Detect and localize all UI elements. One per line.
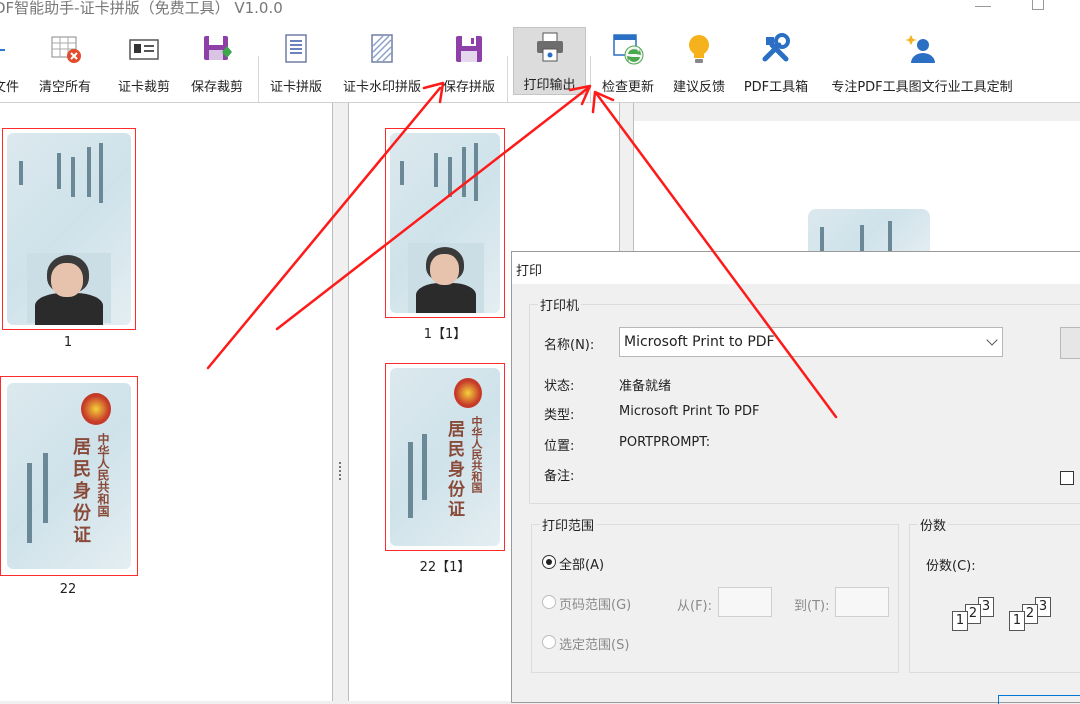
layout-card-back-thumbnail[interactable]: 中华人民共和国 居民身份证 [385, 363, 505, 551]
copies-group-title: 份数 [918, 515, 949, 534]
range-pages-label: 页码范围(G) [559, 598, 632, 613]
layout-document-icon [279, 32, 313, 66]
national-emblem-icon [81, 393, 111, 425]
toolbar-layout-card-button[interactable]: 证卡拼版 [266, 30, 326, 96]
print-dialog-titlebar[interactable]: 打印 [512, 252, 1080, 284]
print-ok-button[interactable] [998, 695, 1080, 704]
id-card-front-image [7, 133, 131, 325]
watermark-document-icon [365, 32, 399, 66]
preview-top-margin [634, 103, 1080, 121]
id-card-back-image: 中华人民共和国 居民身份证 [7, 383, 131, 569]
lightbulb-icon [682, 32, 716, 66]
printer-status-label: 状态: [544, 379, 575, 394]
toolbar-check-update-button[interactable]: 检查更新 [598, 30, 658, 96]
printer-name-label: 名称(N): [544, 338, 595, 353]
add-file-icon [0, 32, 23, 66]
range-all-radio[interactable] [542, 555, 556, 569]
source-item-label: 22 [59, 582, 77, 597]
maximize-button[interactable] [1032, 0, 1044, 10]
panel-splitter[interactable] [339, 462, 343, 480]
range-to-label: 到(T): [794, 599, 830, 614]
source-image-panel[interactable]: 1 中华人民共和国 居民身份证 22 [0, 103, 333, 701]
layout-item-label: 22【1】 [419, 560, 471, 575]
print-to-file-checkbox[interactable] [1060, 471, 1074, 485]
range-pages-radio[interactable] [542, 595, 556, 609]
update-check-icon [611, 32, 645, 66]
save-export-icon [200, 32, 234, 66]
toolbar-print-output-button[interactable]: 打印输出 [513, 27, 586, 95]
range-selection-label: 选定范围(S) [559, 638, 630, 653]
range-selection-radio[interactable] [542, 635, 556, 649]
layout-item-label: 1【1】 [423, 327, 467, 342]
national-emblem-icon [454, 378, 482, 408]
chevron-down-icon [986, 334, 998, 346]
toolbar-add-file-button[interactable]: 文件 [0, 30, 26, 96]
range-to-input[interactable] [835, 587, 889, 617]
printer-icon [533, 30, 567, 64]
collate-icon: 3 2 1 [952, 597, 1012, 642]
tools-icon [759, 32, 793, 66]
range-all-label: 全部(A) [559, 558, 605, 573]
printer-name-select[interactable]: Microsoft Print to PDF [619, 327, 1003, 357]
printer-type-label: 类型: [544, 408, 575, 423]
printer-properties-button[interactable] [1060, 327, 1080, 359]
id-card-icon [127, 32, 161, 66]
printer-group-title: 打印机 [538, 295, 582, 314]
toolbar-save-layout-button[interactable]: 保存拼版 [439, 30, 499, 96]
source-item-label: 1 [63, 335, 73, 350]
printer-location-label: 位置: [544, 439, 575, 454]
printer-name-value: Microsoft Print to PDF [624, 334, 775, 350]
toolbar-pdf-toolbox-button[interactable]: PDF工具箱 [742, 30, 810, 96]
range-from-label: 从(F): [677, 599, 713, 614]
minimize-button[interactable] [975, 0, 991, 7]
window-title: DF智能助手-证卡拼版（免费工具） V1.0.0 [0, 0, 283, 17]
print-range-group-title: 打印范围 [540, 515, 597, 534]
range-from-input[interactable] [718, 587, 772, 617]
toolbar-save-crop-button[interactable]: 保存裁剪 [187, 30, 247, 96]
print-dialog-title: 打印 [516, 264, 543, 279]
printer-comment-label: 备注: [544, 469, 575, 484]
toolbar-feedback-button[interactable]: 建议反馈 [669, 30, 729, 96]
source-card-front-thumbnail[interactable] [2, 128, 136, 330]
printer-status-value: 准备就绪 [619, 379, 672, 394]
toolbar: 文件 清空所有 证卡裁剪 保存裁剪 证卡拼版 证卡水印拼版 [0, 22, 1080, 111]
toolbar-crop-card-button[interactable]: 证卡裁剪 [114, 30, 174, 96]
printer-type-value: Microsoft Print To PDF [619, 404, 760, 419]
user-custom-icon [905, 32, 939, 66]
printer-location-value: PORTPROMPT: [619, 435, 711, 450]
toolbar-watermark-layout-button[interactable]: 证卡水印拼版 [338, 30, 426, 96]
print-dialog[interactable]: 打印 打印机 名称(N): Microsoft Print to PDF 状态:… [511, 251, 1080, 704]
clear-all-icon [48, 32, 82, 66]
id-card-back-image: 中华人民共和国 居民身份证 [390, 368, 500, 546]
layout-card-front-thumbnail[interactable] [385, 128, 505, 318]
title-bar: DF智能助手-证卡拼版（免费工具） V1.0.0 [0, 0, 1080, 22]
source-card-back-thumbnail[interactable]: 中华人民共和国 居民身份证 [0, 376, 138, 576]
copies-label: 份数(C): [926, 559, 976, 574]
collate-icon: 3 2 1 [1009, 597, 1069, 642]
toolbar-clear-all-button[interactable]: 清空所有 [35, 30, 95, 96]
save-icon [452, 32, 486, 66]
id-card-front-image [390, 133, 500, 313]
toolbar-custom-tools-button[interactable]: 专注PDF工具图文行业工具定制 [824, 30, 1020, 96]
